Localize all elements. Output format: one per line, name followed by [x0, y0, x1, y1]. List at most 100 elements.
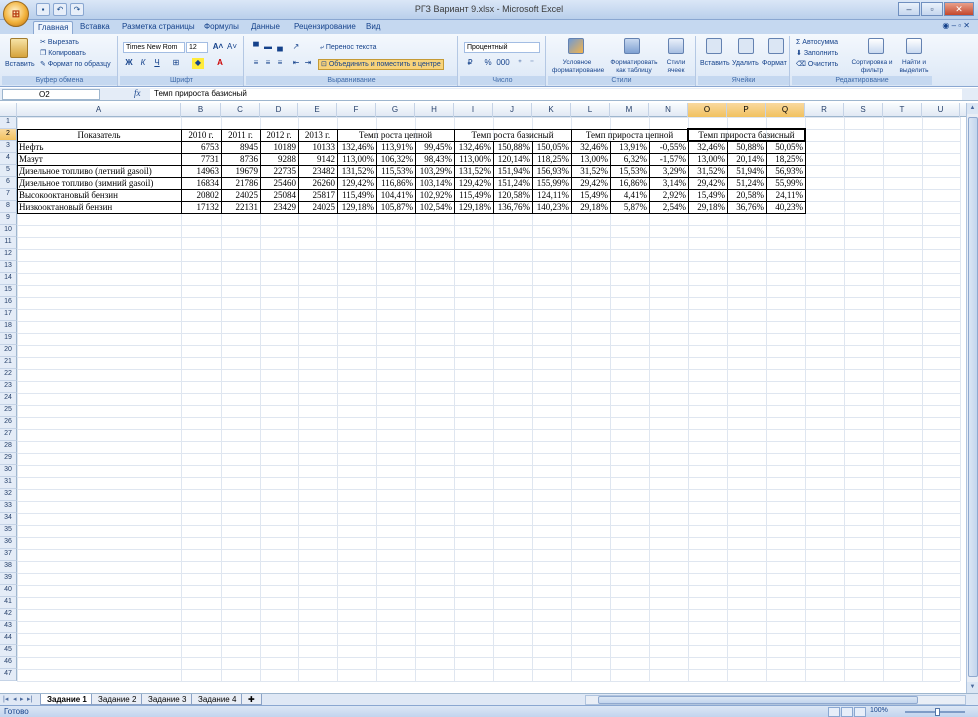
vertical-scroll-thumb[interactable] [968, 117, 978, 677]
format-cells-button[interactable]: Формат [762, 59, 787, 68]
cell-D6[interactable]: 25460 [260, 177, 298, 189]
cell-E8[interactable]: 24025 [298, 201, 337, 213]
cell-K3[interactable]: 150,05% [532, 141, 571, 153]
percent-button[interactable]: % [482, 58, 494, 69]
orientation-icon[interactable]: ↗ [290, 42, 302, 53]
conditional-format-button[interactable]: Условное форматирование [552, 59, 604, 75]
cell-K4[interactable]: 118,25% [532, 153, 571, 165]
cell-I4[interactable]: 113,00% [454, 153, 493, 165]
cell-F8[interactable]: 129,18% [337, 201, 376, 213]
row-header-10[interactable]: 10 [0, 225, 17, 237]
align-left-icon[interactable]: ≡ [250, 58, 262, 69]
cell-D5[interactable]: 22735 [260, 165, 298, 177]
row-header-28[interactable]: 28 [0, 441, 17, 453]
row-header-43[interactable]: 43 [0, 621, 17, 633]
cell-H5[interactable]: 103,29% [415, 165, 454, 177]
row-header-46[interactable]: 46 [0, 657, 17, 669]
increase-decimal-icon[interactable]: ⁺ [514, 58, 526, 69]
cell-O3[interactable]: 32,46% [688, 141, 727, 153]
row-header-30[interactable]: 30 [0, 465, 17, 477]
cell-K8[interactable]: 140,23% [532, 201, 571, 213]
cell-C6[interactable]: 21786 [221, 177, 260, 189]
cell-J4[interactable]: 120,14% [493, 153, 532, 165]
row-header-33[interactable]: 33 [0, 501, 17, 513]
cell-O4[interactable]: 13,00% [688, 153, 727, 165]
cell-Q8[interactable]: 40,23% [766, 201, 805, 213]
row-header-7[interactable]: 7 [0, 189, 17, 201]
row-header-31[interactable]: 31 [0, 477, 17, 489]
close-button[interactable]: ✕ [944, 2, 974, 16]
grow-font-icon[interactable]: A˄ [212, 42, 224, 53]
vertical-scrollbar[interactable]: ▲ ▼ [966, 103, 978, 693]
tab-formulas[interactable]: Формулы [200, 21, 243, 34]
merged-cell-O2-Q2[interactable]: Темп прироста базисный [688, 129, 805, 141]
row-header-8[interactable]: 8 [0, 201, 17, 213]
sheet-nav-first-icon[interactable]: |◂ [3, 695, 8, 703]
cell-C8[interactable]: 22131 [221, 201, 260, 213]
thousands-button[interactable]: 000 [496, 58, 510, 69]
cut-button[interactable]: ✂ Вырезать [40, 38, 79, 47]
sheet-nav-prev-icon[interactable]: ◂ [13, 695, 17, 703]
cell-B3[interactable]: 6753 [181, 141, 221, 153]
cell-H7[interactable]: 102,92% [415, 189, 454, 201]
cell-F4[interactable]: 113,00% [337, 153, 376, 165]
cell-Q5[interactable]: 56,93% [766, 165, 805, 177]
cell-E3[interactable]: 10133 [298, 141, 337, 153]
cell-A2[interactable]: Показатель [17, 129, 181, 141]
cell-Q3[interactable]: 50,05% [766, 141, 805, 153]
cell-M5[interactable]: 15,53% [610, 165, 649, 177]
row-header-22[interactable]: 22 [0, 369, 17, 381]
autosum-button[interactable]: Σ Автосумма [796, 38, 838, 47]
column-header-E[interactable]: E [298, 103, 337, 117]
cell-G6[interactable]: 116,86% [376, 177, 415, 189]
cell-B8[interactable]: 17132 [181, 201, 221, 213]
cell-M8[interactable]: 5,87% [610, 201, 649, 213]
align-middle-icon[interactable]: ▬ [262, 42, 274, 53]
merged-cell-I2-K2[interactable]: Темп роста базисный [454, 129, 571, 141]
align-right-icon[interactable]: ≡ [274, 58, 286, 69]
wrap-text-button[interactable]: ⤶ Перенос текста [320, 43, 376, 52]
row-header-17[interactable]: 17 [0, 309, 17, 321]
horizontal-scroll-thumb[interactable] [598, 696, 918, 704]
cell-F5[interactable]: 131,52% [337, 165, 376, 177]
cell-L5[interactable]: 31,52% [571, 165, 610, 177]
row-header-39[interactable]: 39 [0, 573, 17, 585]
cell-I5[interactable]: 131,52% [454, 165, 493, 177]
row-header-14[interactable]: 14 [0, 273, 17, 285]
cell-A7[interactable]: Высокооктановый бензин [17, 189, 181, 201]
cell-F3[interactable]: 132,46% [337, 141, 376, 153]
cell-M6[interactable]: 16,86% [610, 177, 649, 189]
cell-E2[interactable]: 2013 г. [298, 129, 337, 141]
row-header-35[interactable]: 35 [0, 525, 17, 537]
cell-B6[interactable]: 16834 [181, 177, 221, 189]
row-header-20[interactable]: 20 [0, 345, 17, 357]
cell-A6[interactable]: Дизельное топливо (зимний gasoil) [17, 177, 181, 189]
column-header-G[interactable]: G [376, 103, 415, 117]
cell-L6[interactable]: 29,42% [571, 177, 610, 189]
cell-J5[interactable]: 151,94% [493, 165, 532, 177]
row-header-37[interactable]: 37 [0, 549, 17, 561]
sheet-tab-4[interactable]: Задание 4 [191, 694, 244, 705]
zoom-knob[interactable] [935, 708, 940, 716]
tab-insert[interactable]: Вставка [76, 21, 114, 34]
row-header-4[interactable]: 4 [0, 153, 17, 165]
cell-Q4[interactable]: 18,25% [766, 153, 805, 165]
cell-F6[interactable]: 129,42% [337, 177, 376, 189]
cell-J6[interactable]: 151,24% [493, 177, 532, 189]
cell-K6[interactable]: 155,99% [532, 177, 571, 189]
cell-Q7[interactable]: 24,11% [766, 189, 805, 201]
row-header-32[interactable]: 32 [0, 489, 17, 501]
cell-E6[interactable]: 26260 [298, 177, 337, 189]
row-header-38[interactable]: 38 [0, 561, 17, 573]
scroll-up-icon[interactable]: ▲ [967, 103, 978, 114]
cell-E7[interactable]: 25817 [298, 189, 337, 201]
scroll-down-icon[interactable]: ▼ [967, 682, 978, 693]
row-header-12[interactable]: 12 [0, 249, 17, 261]
sort-filter-button[interactable]: Сортировка и фильтр [850, 59, 894, 75]
undo-icon[interactable]: ↶ [53, 3, 67, 16]
row-header-47[interactable]: 47 [0, 669, 17, 681]
cell-I3[interactable]: 132,46% [454, 141, 493, 153]
row-header-40[interactable]: 40 [0, 585, 17, 597]
underline-button[interactable]: Ч [151, 58, 163, 69]
cell-Q6[interactable]: 55,99% [766, 177, 805, 189]
